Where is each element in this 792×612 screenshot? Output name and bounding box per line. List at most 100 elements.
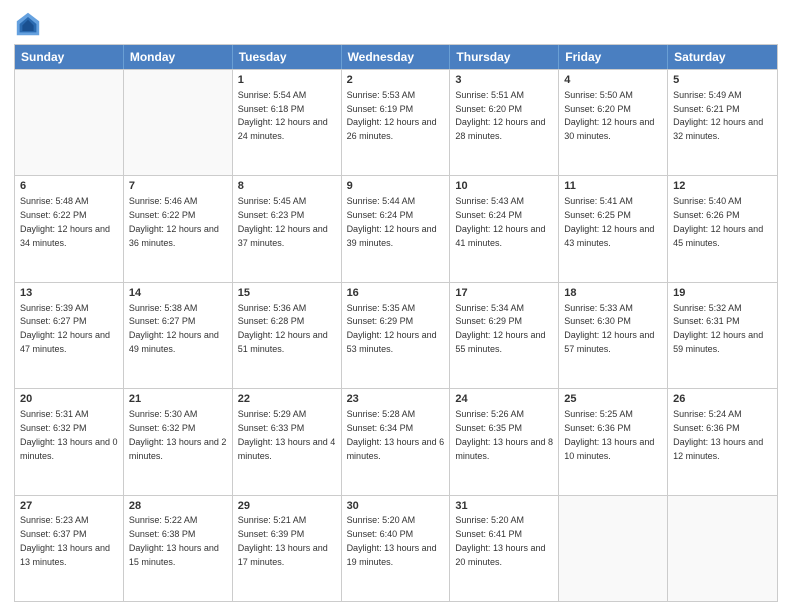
- day-number: 26: [673, 392, 772, 407]
- cal-cell-9: 9 Sunrise: 5:44 AM Sunset: 6:24 PM Daylig…: [342, 176, 451, 281]
- cal-cell-2: 2 Sunrise: 5:53 AM Sunset: 6:19 PM Daylig…: [342, 70, 451, 175]
- cal-cell-18: 18Sunrise: 5:33 AM Sunset: 6:30 PM Dayli…: [559, 283, 668, 388]
- day-info: Sunrise: 5:21 AM Sunset: 6:39 PM Dayligh…: [238, 515, 328, 566]
- day-number: 30: [347, 499, 445, 514]
- cal-cell-11: 11 Sunrise: 5:41 AM Sunset: 6:25 PM Dayli…: [559, 176, 668, 281]
- day-number: 10: [455, 179, 553, 194]
- cal-cell-empty-0-0: [15, 70, 124, 175]
- day-info: Sunrise: 5:39 AM Sunset: 6:27 PM Dayligh…: [20, 303, 110, 354]
- day-number: 28: [129, 499, 227, 514]
- cal-cell-25: 25Sunrise: 5:25 AM Sunset: 6:36 PM Dayli…: [559, 389, 668, 494]
- day-info: Sunrise: 5:41 AM Sunset: 6:25 PM Dayligh…: [564, 196, 654, 247]
- day-number: 13: [20, 286, 118, 301]
- day-number: 23: [347, 392, 445, 407]
- day-info: Sunrise: 5:22 AM Sunset: 6:38 PM Dayligh…: [129, 515, 219, 566]
- day-info: Sunrise: 5:49 AM Sunset: 6:21 PM Dayligh…: [673, 90, 763, 141]
- day-number: 29: [238, 499, 336, 514]
- cal-cell-3: 3 Sunrise: 5:51 AM Sunset: 6:20 PM Daylig…: [450, 70, 559, 175]
- day-number: 20: [20, 392, 118, 407]
- calendar-row-2: 6Sunrise: 5:48 AM Sunset: 6:22 PM Daylig…: [15, 175, 777, 281]
- calendar-body: 1Sunrise: 5:54 AM Sunset: 6:18 PM Daylig…: [15, 69, 777, 601]
- cal-cell-15: 15Sunrise: 5:36 AM Sunset: 6:28 PM Dayli…: [233, 283, 342, 388]
- day-number: 14: [129, 286, 227, 301]
- calendar-header: SundayMondayTuesdayWednesdayThursdayFrid…: [15, 45, 777, 69]
- cal-cell-empty-4-5: [559, 496, 668, 601]
- day-info: Sunrise: 5:26 AM Sunset: 6:35 PM Dayligh…: [455, 409, 553, 460]
- calendar: SundayMondayTuesdayWednesdayThursdayFrid…: [14, 44, 778, 602]
- cal-cell-19: 19 Sunrise: 5:32 AM Sunset: 6:31 PM Dayli…: [668, 283, 777, 388]
- day-number: 12: [673, 179, 772, 194]
- cal-cell-30: 30Sunrise: 5:20 AM Sunset: 6:40 PM Dayli…: [342, 496, 451, 601]
- cal-cell-8: 8 Sunrise: 5:45 AM Sunset: 6:23 PM Daylig…: [233, 176, 342, 281]
- header-day-friday: Friday: [559, 45, 668, 69]
- day-number: 22: [238, 392, 336, 407]
- cal-cell-7: 7Sunrise: 5:46 AM Sunset: 6:22 PM Daylig…: [124, 176, 233, 281]
- day-info: Sunrise: 5:51 AM Sunset: 6:20 PM Dayligh…: [455, 90, 545, 141]
- day-number: 3: [455, 73, 553, 88]
- day-info: Sunrise: 5:30 AM Sunset: 6:32 PM Dayligh…: [129, 409, 227, 460]
- day-info: Sunrise: 5:28 AM Sunset: 6:34 PM Dayligh…: [347, 409, 445, 460]
- cal-cell-empty-4-6: [668, 496, 777, 601]
- calendar-row-1: 1Sunrise: 5:54 AM Sunset: 6:18 PM Daylig…: [15, 69, 777, 175]
- cal-cell-17: 17 Sunrise: 5:34 AM Sunset: 6:29 PM Dayli…: [450, 283, 559, 388]
- cal-cell-16: 16Sunrise: 5:35 AM Sunset: 6:29 PM Dayli…: [342, 283, 451, 388]
- cal-cell-20: 20 Sunrise: 5:31 AM Sunset: 6:32 PM Dayli…: [15, 389, 124, 494]
- day-number: 31: [455, 499, 553, 514]
- day-info: Sunrise: 5:50 AM Sunset: 6:20 PM Dayligh…: [564, 90, 654, 141]
- day-info: Sunrise: 5:46 AM Sunset: 6:22 PM Dayligh…: [129, 196, 219, 247]
- header-day-sunday: Sunday: [15, 45, 124, 69]
- day-number: 16: [347, 286, 445, 301]
- day-info: Sunrise: 5:31 AM Sunset: 6:32 PM Dayligh…: [20, 409, 118, 460]
- logo-icon: [14, 10, 42, 38]
- day-number: 24: [455, 392, 553, 407]
- cal-cell-empty-0-1: [124, 70, 233, 175]
- day-number: 27: [20, 499, 118, 514]
- logo: [14, 10, 46, 38]
- cal-cell-24: 24 Sunrise: 5:26 AM Sunset: 6:35 PM Dayli…: [450, 389, 559, 494]
- cal-cell-1: 1Sunrise: 5:54 AM Sunset: 6:18 PM Daylig…: [233, 70, 342, 175]
- day-info: Sunrise: 5:32 AM Sunset: 6:31 PM Dayligh…: [673, 303, 763, 354]
- day-info: Sunrise: 5:43 AM Sunset: 6:24 PM Dayligh…: [455, 196, 545, 247]
- cal-cell-27: 27Sunrise: 5:23 AM Sunset: 6:37 PM Dayli…: [15, 496, 124, 601]
- cal-cell-26: 26 Sunrise: 5:24 AM Sunset: 6:36 PM Dayli…: [668, 389, 777, 494]
- day-info: Sunrise: 5:40 AM Sunset: 6:26 PM Dayligh…: [673, 196, 763, 247]
- day-number: 21: [129, 392, 227, 407]
- day-info: Sunrise: 5:20 AM Sunset: 6:41 PM Dayligh…: [455, 515, 545, 566]
- header-day-wednesday: Wednesday: [342, 45, 451, 69]
- day-info: Sunrise: 5:34 AM Sunset: 6:29 PM Dayligh…: [455, 303, 545, 354]
- calendar-row-4: 20 Sunrise: 5:31 AM Sunset: 6:32 PM Dayli…: [15, 388, 777, 494]
- day-info: Sunrise: 5:20 AM Sunset: 6:40 PM Dayligh…: [347, 515, 437, 566]
- day-number: 2: [347, 73, 445, 88]
- header-day-tuesday: Tuesday: [233, 45, 342, 69]
- cal-cell-23: 23 Sunrise: 5:28 AM Sunset: 6:34 PM Dayli…: [342, 389, 451, 494]
- day-info: Sunrise: 5:29 AM Sunset: 6:33 PM Dayligh…: [238, 409, 336, 460]
- day-number: 1: [238, 73, 336, 88]
- day-number: 25: [564, 392, 662, 407]
- day-number: 4: [564, 73, 662, 88]
- calendar-row-3: 13 Sunrise: 5:39 AM Sunset: 6:27 PM Dayli…: [15, 282, 777, 388]
- day-number: 18: [564, 286, 662, 301]
- day-number: 6: [20, 179, 118, 194]
- day-number: 19: [673, 286, 772, 301]
- cal-cell-6: 6Sunrise: 5:48 AM Sunset: 6:22 PM Daylig…: [15, 176, 124, 281]
- cal-cell-22: 22 Sunrise: 5:29 AM Sunset: 6:33 PM Dayli…: [233, 389, 342, 494]
- day-number: 11: [564, 179, 662, 194]
- cal-cell-31: 31Sunrise: 5:20 AM Sunset: 6:41 PM Dayli…: [450, 496, 559, 601]
- day-number: 17: [455, 286, 553, 301]
- day-info: Sunrise: 5:44 AM Sunset: 6:24 PM Dayligh…: [347, 196, 437, 247]
- header-day-thursday: Thursday: [450, 45, 559, 69]
- day-info: Sunrise: 5:23 AM Sunset: 6:37 PM Dayligh…: [20, 515, 110, 566]
- day-info: Sunrise: 5:45 AM Sunset: 6:23 PM Dayligh…: [238, 196, 328, 247]
- day-number: 8: [238, 179, 336, 194]
- cal-cell-14: 14 Sunrise: 5:38 AM Sunset: 6:27 PM Dayli…: [124, 283, 233, 388]
- day-info: Sunrise: 5:38 AM Sunset: 6:27 PM Dayligh…: [129, 303, 219, 354]
- cal-cell-28: 28Sunrise: 5:22 AM Sunset: 6:38 PM Dayli…: [124, 496, 233, 601]
- day-number: 9: [347, 179, 445, 194]
- header-day-monday: Monday: [124, 45, 233, 69]
- day-info: Sunrise: 5:24 AM Sunset: 6:36 PM Dayligh…: [673, 409, 763, 460]
- day-info: Sunrise: 5:53 AM Sunset: 6:19 PM Dayligh…: [347, 90, 437, 141]
- cal-cell-12: 12 Sunrise: 5:40 AM Sunset: 6:26 PM Dayli…: [668, 176, 777, 281]
- calendar-row-5: 27Sunrise: 5:23 AM Sunset: 6:37 PM Dayli…: [15, 495, 777, 601]
- page: SundayMondayTuesdayWednesdayThursdayFrid…: [0, 0, 792, 612]
- day-number: 5: [673, 73, 772, 88]
